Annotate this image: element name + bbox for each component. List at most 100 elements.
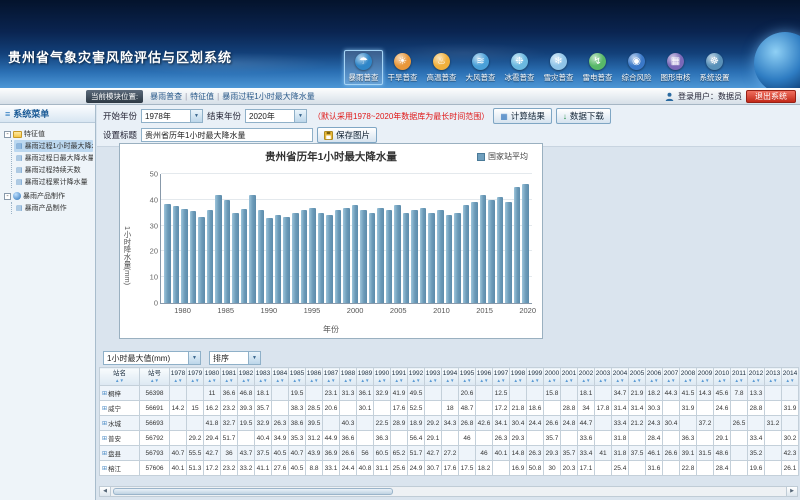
sort-arrows-icon[interactable]: ▲▼ xyxy=(374,378,390,383)
column-header-6[interactable]: 1981▲▼ xyxy=(221,368,238,386)
column-header-18[interactable]: 1993▲▼ xyxy=(425,368,442,386)
tree-collapse-icon[interactable]: - xyxy=(4,193,11,200)
chart-title-input[interactable] xyxy=(141,128,313,142)
header-nav-item-7[interactable]: ↯雷电普查 xyxy=(578,50,617,85)
column-header-37[interactable]: 2012▲▼ xyxy=(748,368,765,386)
column-header-1[interactable]: 站名▲▼ xyxy=(100,368,140,386)
column-header-28[interactable]: 2003▲▼ xyxy=(595,368,612,386)
sort-arrows-icon[interactable]: ▲▼ xyxy=(425,378,441,383)
sort-arrows-icon[interactable]: ▲▼ xyxy=(306,378,322,383)
column-header-17[interactable]: 1992▲▼ xyxy=(408,368,425,386)
sort-arrows-icon[interactable]: ▲▼ xyxy=(765,378,781,383)
sort-arrows-icon[interactable]: ▲▼ xyxy=(323,378,339,383)
column-header-31[interactable]: 2006▲▼ xyxy=(646,368,663,386)
sidebar-item-1-3[interactable]: ▤暴雨过程持续天数 xyxy=(14,164,93,176)
column-header-15[interactable]: 1990▲▼ xyxy=(374,368,391,386)
sidebar-item-2-1[interactable]: ▤暴雨产品制作 xyxy=(14,202,93,214)
sort-arrows-icon[interactable]: ▲▼ xyxy=(187,378,203,383)
column-header-34[interactable]: 2009▲▼ xyxy=(697,368,714,386)
row-expander-icon[interactable]: ⊞ xyxy=(102,435,107,442)
row-expander-icon[interactable]: ⊞ xyxy=(102,405,107,412)
sort-arrows-icon[interactable]: ▲▼ xyxy=(289,378,305,383)
column-header-39[interactable]: 2014▲▼ xyxy=(782,368,799,386)
sort-arrows-icon[interactable]: ▲▼ xyxy=(510,378,526,383)
sidebar-item-1-4[interactable]: ▤暴雨过程累计降水量 xyxy=(14,176,93,188)
sidebar-item-1-2[interactable]: ▤暴雨过程日最大降水量 xyxy=(14,152,93,164)
sort-arrows-icon[interactable]: ▲▼ xyxy=(408,378,424,383)
column-header-36[interactable]: 2011▲▼ xyxy=(731,368,748,386)
column-header-35[interactable]: 2010▲▼ xyxy=(714,368,731,386)
header-nav-item-6[interactable]: ❄雪灾普查 xyxy=(539,50,578,85)
column-header-30[interactable]: 2005▲▼ xyxy=(629,368,646,386)
column-header-29[interactable]: 2004▲▼ xyxy=(612,368,629,386)
sort-arrows-icon[interactable]: ▲▼ xyxy=(595,378,611,383)
column-header-22[interactable]: 1997▲▼ xyxy=(493,368,510,386)
column-header-7[interactable]: 1982▲▼ xyxy=(238,368,255,386)
breadcrumb-item-2[interactable]: 特征值 xyxy=(190,91,214,102)
column-header-24[interactable]: 1999▲▼ xyxy=(527,368,544,386)
horizontal-scrollbar[interactable]: ◀ ▶ xyxy=(99,486,798,497)
sort-arrows-icon[interactable]: ▲▼ xyxy=(221,378,237,383)
header-nav-item-2[interactable]: ☀干旱普查 xyxy=(383,50,422,85)
sort-arrows-icon[interactable]: ▲▼ xyxy=(544,378,560,383)
sort-arrows-icon[interactable]: ▲▼ xyxy=(561,378,577,383)
value-type-select[interactable]: 1小时最大值(mm) ▼ xyxy=(103,351,201,365)
column-header-21[interactable]: 1996▲▼ xyxy=(476,368,493,386)
sort-arrows-icon[interactable]: ▲▼ xyxy=(391,378,407,383)
breadcrumb-item-3[interactable]: 暴雨过程1小时最大降水量 xyxy=(222,91,314,102)
row-expander-icon[interactable]: ⊞ xyxy=(102,420,107,427)
column-header-26[interactable]: 2001▲▼ xyxy=(561,368,578,386)
scroll-left-button[interactable]: ◀ xyxy=(100,487,111,496)
save-image-button[interactable]: 保存图片 xyxy=(317,127,377,143)
logout-button[interactable]: 退出系统 xyxy=(746,90,796,103)
sort-arrows-icon[interactable]: ▲▼ xyxy=(612,378,628,383)
column-header-10[interactable]: 1985▲▼ xyxy=(289,368,306,386)
sort-arrows-icon[interactable]: ▲▼ xyxy=(629,378,645,383)
column-header-3[interactable]: 1978▲▼ xyxy=(170,368,187,386)
scrollbar-thumb[interactable] xyxy=(113,488,393,495)
column-header-38[interactable]: 2013▲▼ xyxy=(765,368,782,386)
sort-arrows-icon[interactable]: ▲▼ xyxy=(493,378,509,383)
sort-arrows-icon[interactable]: ▲▼ xyxy=(255,378,271,383)
column-header-2[interactable]: 站号▲▼ xyxy=(140,368,170,386)
sort-arrows-icon[interactable]: ▲▼ xyxy=(442,378,458,383)
column-header-12[interactable]: 1987▲▼ xyxy=(323,368,340,386)
column-header-16[interactable]: 1991▲▼ xyxy=(391,368,408,386)
column-header-27[interactable]: 2002▲▼ xyxy=(578,368,595,386)
column-header-5[interactable]: 1980▲▼ xyxy=(204,368,221,386)
tree-collapse-icon[interactable]: - xyxy=(4,131,11,138)
column-header-25[interactable]: 2000▲▼ xyxy=(544,368,561,386)
column-header-23[interactable]: 1998▲▼ xyxy=(510,368,527,386)
header-nav-item-10[interactable]: ☸系统设置 xyxy=(695,50,734,85)
sort-arrows-icon[interactable]: ▲▼ xyxy=(238,378,254,383)
column-header-8[interactable]: 1983▲▼ xyxy=(255,368,272,386)
legend-item[interactable]: 国家站平均 xyxy=(477,151,528,162)
sort-arrows-icon[interactable]: ▲▼ xyxy=(714,378,730,383)
column-header-9[interactable]: 1984▲▼ xyxy=(272,368,289,386)
header-nav-item-4[interactable]: ≋大风普查 xyxy=(461,50,500,85)
start-year-select[interactable]: 1978年 ▼ xyxy=(141,109,203,123)
column-header-4[interactable]: 1979▲▼ xyxy=(187,368,204,386)
sort-select[interactable]: 排序 ▼ xyxy=(209,351,261,365)
sort-arrows-icon[interactable]: ▲▼ xyxy=(731,378,747,383)
header-nav-item-5[interactable]: ❉冰雹普查 xyxy=(500,50,539,85)
sort-arrows-icon[interactable]: ▲▼ xyxy=(697,378,713,383)
sort-arrows-icon[interactable]: ▲▼ xyxy=(459,378,475,383)
sort-arrows-icon[interactable]: ▲▼ xyxy=(170,378,186,383)
column-header-32[interactable]: 2007▲▼ xyxy=(663,368,680,386)
sidebar-item-1-1[interactable]: ▤暴雨过程1小时最大降水量 xyxy=(14,140,93,152)
sort-arrows-icon[interactable]: ▲▼ xyxy=(527,378,543,383)
column-header-33[interactable]: 2008▲▼ xyxy=(680,368,697,386)
row-expander-icon[interactable]: ⊞ xyxy=(102,390,107,397)
sort-arrows-icon[interactable]: ▲▼ xyxy=(578,378,594,383)
sort-arrows-icon[interactable]: ▲▼ xyxy=(782,378,798,383)
sort-arrows-icon[interactable]: ▲▼ xyxy=(357,378,373,383)
column-header-20[interactable]: 1995▲▼ xyxy=(459,368,476,386)
column-header-19[interactable]: 1994▲▼ xyxy=(442,368,459,386)
header-nav-item-9[interactable]: ▦图形审核 xyxy=(656,50,695,85)
sort-arrows-icon[interactable]: ▲▼ xyxy=(476,378,492,383)
calc-button[interactable]: ▦ 计算结果 xyxy=(493,108,552,124)
column-header-14[interactable]: 1989▲▼ xyxy=(357,368,374,386)
scroll-right-button[interactable]: ▶ xyxy=(786,487,797,496)
column-header-13[interactable]: 1988▲▼ xyxy=(340,368,357,386)
